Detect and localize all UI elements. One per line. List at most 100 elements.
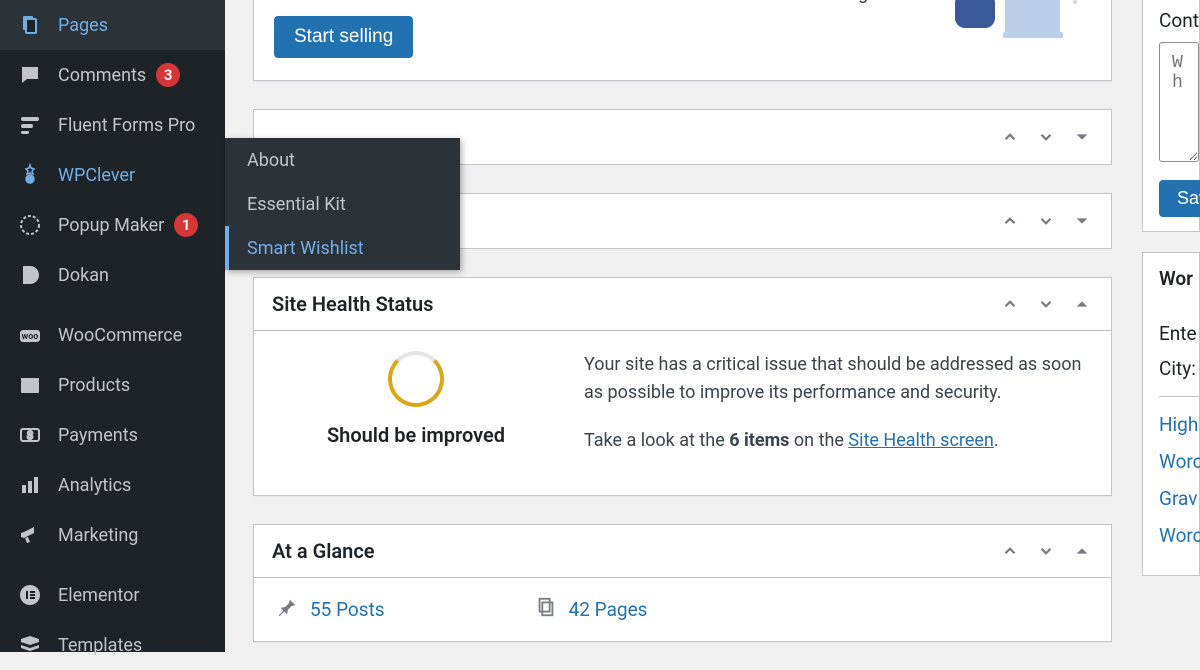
sidebar-item-label: Dokan	[58, 265, 109, 286]
analytics-icon	[16, 471, 44, 499]
site-health-title: Site Health Status	[272, 292, 433, 316]
move-down-icon[interactable]	[1035, 540, 1057, 562]
move-up-icon[interactable]	[999, 210, 1021, 232]
rc-link-3[interactable]: Grav	[1159, 487, 1199, 510]
popupmaker-icon	[16, 211, 44, 239]
toggle-icon[interactable]	[1071, 126, 1093, 148]
sidebar-item-label: Products	[58, 375, 130, 396]
pages-icon	[16, 11, 44, 39]
progress-circle-icon	[388, 351, 444, 407]
glance-posts-label: 55 Posts	[310, 598, 385, 621]
fluentforms-icon	[16, 111, 44, 139]
sidebar-item-label: WPClever	[58, 165, 135, 186]
at-a-glance-body: 55 Posts 42 Pages	[254, 578, 1111, 641]
sidebar-item-fluentforms[interactable]: Fluent Forms Pro	[0, 100, 225, 150]
sidebar-item-marketing[interactable]: Marketing	[0, 510, 225, 560]
quickdraft-textarea[interactable]	[1159, 42, 1199, 162]
sidebar-item-payments[interactable]: $ Payments	[0, 410, 225, 460]
templates-icon	[16, 631, 44, 659]
sidebar-item-woocommerce[interactable]: woo WooCommerce	[0, 310, 225, 360]
move-down-icon[interactable]	[1035, 126, 1057, 148]
svg-text:woo: woo	[22, 332, 39, 342]
welcome-illustration	[895, 0, 1095, 27]
site-health-msg1: Your site has a critical issue that shou…	[584, 351, 1089, 407]
glance-pages[interactable]: 42 Pages	[535, 596, 648, 623]
comments-badge: 3	[156, 63, 180, 87]
sidebar-item-elementor[interactable]: Elementor	[0, 570, 225, 620]
toggle-icon[interactable]	[1071, 540, 1093, 562]
main-content: receiving orders. Start selling Site Hea…	[225, 0, 1140, 652]
site-health-status: Should be improved	[276, 351, 556, 447]
site-health-message: Your site has a critical issue that shou…	[584, 351, 1089, 475]
pin-icon	[276, 596, 298, 623]
site-health-msg2: Take a look at the 6 items on the Site H…	[584, 427, 1089, 455]
sidebar-item-analytics[interactable]: Analytics	[0, 460, 225, 510]
sidebar-item-wpclever[interactable]: WPClever	[0, 150, 225, 200]
sidebar-item-label: Marketing	[58, 525, 138, 546]
save-draft-button[interactable]: Sav	[1159, 180, 1200, 217]
site-health-header: Site Health Status	[254, 278, 1111, 331]
sidebar-item-dokan[interactable]: Dokan	[0, 250, 225, 300]
enter-city-label: Ente	[1159, 322, 1199, 345]
move-down-icon[interactable]	[1035, 293, 1057, 315]
content-label: Cont	[1159, 9, 1199, 32]
city-label: City:	[1159, 357, 1199, 380]
toggle-icon[interactable]	[1071, 210, 1093, 232]
wpclever-icon	[16, 161, 44, 189]
sidebar-item-label: Elementor	[58, 585, 140, 606]
start-selling-button[interactable]: Start selling	[274, 16, 413, 58]
at-a-glance-header: At a Glance	[254, 525, 1111, 578]
toggle-icon[interactable]	[1071, 293, 1093, 315]
admin-sidebar: Pages Comments 3 Fluent Forms Pro WPClev…	[0, 0, 225, 652]
products-icon	[16, 371, 44, 399]
sidebar-item-label: Analytics	[58, 475, 131, 496]
comments-icon	[16, 61, 44, 89]
marketing-icon	[16, 521, 44, 549]
sidebar-item-pages[interactable]: Pages	[0, 0, 225, 50]
rc-link-1[interactable]: High	[1159, 413, 1199, 436]
sidebar-item-label: Pages	[58, 15, 108, 36]
sidebar-item-popupmaker[interactable]: Popup Maker 1	[0, 200, 225, 250]
sidebar-item-products[interactable]: Products	[0, 360, 225, 410]
move-up-icon[interactable]	[999, 540, 1021, 562]
move-up-icon[interactable]	[999, 293, 1021, 315]
quickdraft-panel: Cont Sav	[1142, 0, 1200, 232]
panel-controls	[999, 540, 1093, 562]
sidebar-item-label: Comments	[58, 65, 146, 86]
payments-icon: $	[16, 421, 44, 449]
sidebar-item-comments[interactable]: Comments 3	[0, 50, 225, 100]
sidebar-item-templates[interactable]: Templates	[0, 620, 225, 670]
move-up-icon[interactable]	[999, 126, 1021, 148]
submenu-item-about[interactable]: About	[225, 138, 460, 182]
sidebar-item-label: Payments	[58, 425, 138, 446]
sidebar-item-label: Templates	[58, 635, 142, 656]
woocommerce-icon: woo	[16, 321, 44, 349]
sidebar-separator	[0, 560, 225, 570]
separator	[1159, 396, 1199, 397]
sidebar-item-label: Popup Maker	[58, 215, 164, 236]
sidebar-separator	[0, 300, 225, 310]
pages-icon	[535, 596, 557, 623]
rc-link-2[interactable]: Worc	[1159, 450, 1199, 473]
glance-pages-label: 42 Pages	[569, 598, 648, 621]
panel-controls	[999, 293, 1093, 315]
popupmaker-badge: 1	[174, 213, 198, 237]
rc-link-4[interactable]: Worc	[1159, 524, 1199, 547]
at-a-glance-panel: At a Glance 55 Posts 42 Pages	[253, 524, 1112, 642]
glance-posts[interactable]: 55 Posts	[276, 596, 385, 623]
elementor-icon	[16, 581, 44, 609]
submenu-item-smart-wishlist[interactable]: Smart Wishlist	[225, 226, 460, 270]
at-a-glance-title: At a Glance	[272, 539, 375, 563]
site-health-link[interactable]: Site Health screen	[848, 430, 993, 451]
wpclever-submenu: About Essential Kit Smart Wishlist	[225, 138, 460, 270]
submenu-item-essential-kit[interactable]: Essential Kit	[225, 182, 460, 226]
panel-controls	[999, 126, 1093, 148]
right-column: Cont Sav Wor Ente City: High Worc Grav W…	[1142, 0, 1200, 652]
events-title: Wor	[1159, 267, 1199, 290]
sidebar-item-label: Fluent Forms Pro	[58, 115, 195, 136]
site-health-status-label: Should be improved	[276, 423, 556, 447]
move-down-icon[interactable]	[1035, 210, 1057, 232]
welcome-panel: receiving orders. Start selling	[253, 0, 1112, 81]
dokan-icon	[16, 261, 44, 289]
events-panel: Wor Ente City: High Worc Grav Worc	[1142, 252, 1200, 576]
